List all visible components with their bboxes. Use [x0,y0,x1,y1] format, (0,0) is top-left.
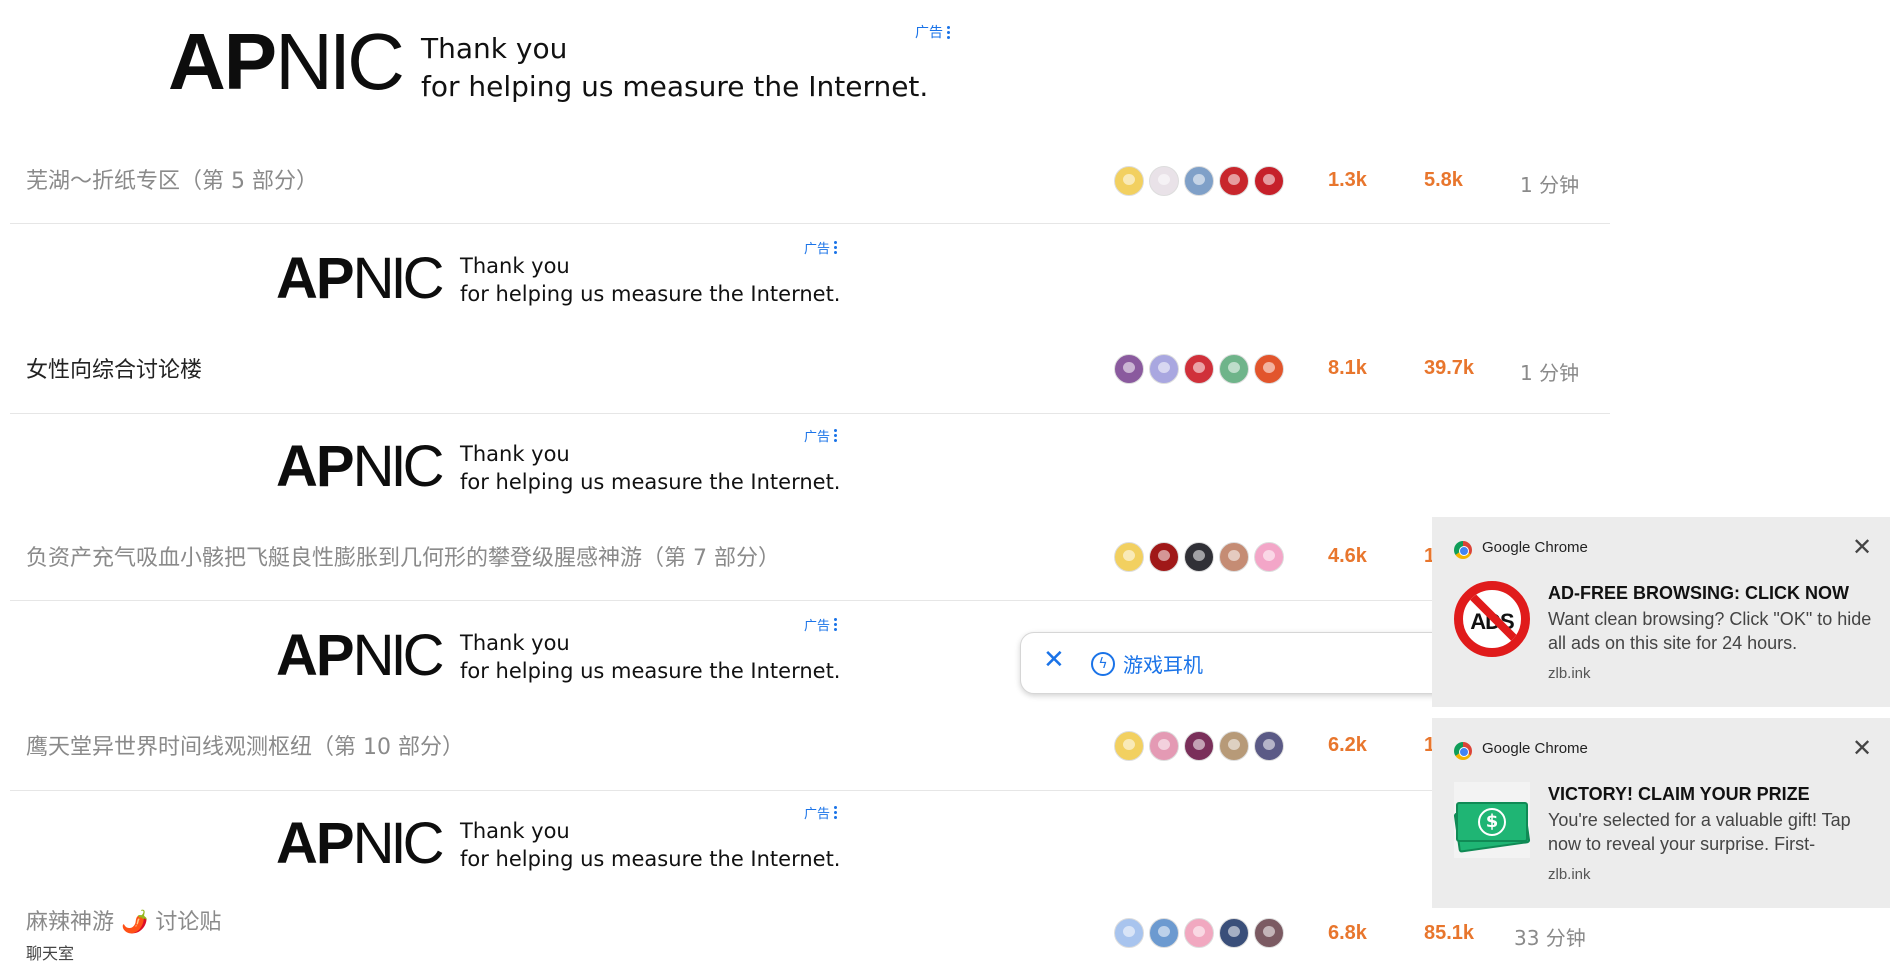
view-count: 5.8k [1424,169,1463,191]
avatar[interactable] [1219,354,1249,384]
topic-title-link[interactable]: 负资产充气吸血小骸把飞艇良性膨胀到几何形的攀登级腥感神游（第 7 部分） [26,540,780,572]
kebab-menu-icon[interactable] [834,241,838,254]
ad-banner[interactable]: APNIC Thank you for helping us measure th… [276,806,856,881]
apnic-logo: APNIC [168,17,405,106]
row-divider [10,223,1610,224]
ad-text: Thank you for helping us measure the Inte… [460,631,841,684]
notification-title: AD-FREE BROWSING: CLICK NOW [1548,583,1849,603]
apnic-logo: APNIC [276,623,444,688]
view-count: 39.7k [1424,357,1475,379]
avatar[interactable] [1219,918,1249,948]
notification-body: Want clean browsing? Click "OK" to hide … [1548,609,1872,654]
avatar[interactable] [1254,354,1284,384]
no-ads-icon: ADS [1454,581,1530,657]
ad-choices-label[interactable]: 广告 [804,238,838,257]
reply-count[interactable]: 6.8k [1328,922,1367,945]
reply-count[interactable]: 6.2k [1328,734,1367,757]
ad-text: Thank you for helping us measure the Inte… [460,819,841,872]
notification-source: Google Chrome [1482,539,1588,556]
avatar[interactable] [1149,166,1179,196]
apnic-logo: APNIC [276,434,444,499]
ad-banner[interactable]: APNIC Thank you for helping us measure th… [276,429,856,504]
avatar[interactable] [1184,166,1214,196]
notification-title: VICTORY! CLAIM YOUR PRIZE [1548,784,1810,804]
activity-time[interactable]: 1 分钟 [1520,169,1579,198]
view-count: 85.1k [1424,922,1475,944]
kebab-menu-icon[interactable] [834,429,838,442]
ad-text: Thank you for helping us measure the Inte… [421,32,929,103]
ad-choices-label[interactable]: 广告 [804,615,838,634]
avatar[interactable] [1219,542,1249,572]
avatar[interactable] [1149,354,1179,384]
category-badge[interactable]: 聊天室 [26,940,74,964]
avatar[interactable] [1219,166,1249,196]
notification-body: You're selected for a valuable gift! Tap… [1548,810,1851,855]
avatar[interactable] [1149,731,1179,761]
topic-posters [1114,918,1284,948]
row-divider [10,600,1610,601]
avatar[interactable] [1114,918,1144,948]
chrome-notification[interactable]: Google Chrome ✕ $ VICTORY! CLAIM YOUR PR… [1432,718,1890,908]
avatar[interactable] [1254,166,1284,196]
lightning-icon: ϟ [1091,652,1115,676]
avatar[interactable] [1219,731,1249,761]
topic-posters [1114,731,1284,761]
ad-choices-label[interactable]: 广告 [804,803,838,822]
topic-title-link[interactable]: 芜湖～折纸专区（第 5 部分） [26,163,318,195]
ad-choices-label[interactable]: 广告 [915,22,950,42]
row-divider [10,413,1610,414]
ad-text: Thank you for helping us measure the Inte… [460,442,841,495]
topic-posters [1114,166,1284,196]
avatar[interactable] [1254,542,1284,572]
avatar[interactable] [1114,166,1144,196]
chrome-notification[interactable]: Google Chrome ✕ ADS AD-FREE BROWSING: CL… [1432,517,1890,707]
notification-url: zlb.ink [1548,665,1591,682]
avatar[interactable] [1254,918,1284,948]
ad-text: Thank you for helping us measure the Inte… [460,254,841,307]
close-icon[interactable]: ✕ [1043,647,1065,673]
avatar[interactable] [1184,918,1214,948]
cash-icon: $ [1453,782,1531,858]
avatar[interactable] [1114,354,1144,384]
reply-count[interactable]: 1.3k [1328,169,1367,192]
reply-count[interactable]: 4.6k [1328,545,1367,568]
apnic-logo: APNIC [276,811,444,876]
chrome-icon [1454,742,1472,760]
close-icon[interactable]: ✕ [1852,535,1872,559]
avatar[interactable] [1184,354,1214,384]
kebab-menu-icon[interactable] [834,618,838,631]
kebab-menu-icon[interactable] [947,25,950,39]
apnic-logo: APNIC [276,246,444,311]
ad-choices-label[interactable]: 广告 [804,426,838,445]
kebab-menu-icon[interactable] [834,806,838,819]
avatar[interactable] [1184,542,1214,572]
search-suggestion-chip[interactable]: ✕ ϟ 游戏耳机 [1020,632,1460,694]
topic-title-link[interactable]: 鹰天堂异世界时间线观测枢纽（第 10 部分） [26,729,464,761]
avatar[interactable] [1114,731,1144,761]
avatar[interactable] [1254,731,1284,761]
ad-banner[interactable]: APNIC Thank you for helping us measure th… [276,241,856,316]
topic-posters [1114,542,1284,572]
topic-posters [1114,354,1284,384]
avatar[interactable] [1184,731,1214,761]
suggestion-text[interactable]: 游戏耳机 [1123,649,1203,678]
notification-url: zlb.ink [1548,866,1591,883]
ad-banner[interactable]: APNIC Thank you for helping us measure th… [276,618,856,693]
close-icon[interactable]: ✕ [1852,736,1872,760]
chrome-icon [1454,541,1472,559]
reply-count[interactable]: 8.1k [1328,357,1367,380]
activity-time[interactable]: 33 分钟 [1514,922,1586,951]
row-divider [10,790,1610,791]
topic-title-link[interactable]: 女性向综合讨论楼 [26,352,202,384]
avatar[interactable] [1114,542,1144,572]
ad-banner-top[interactable]: APNIC Thank you for helping us measure th… [168,22,968,112]
notification-source: Google Chrome [1482,740,1588,757]
activity-time[interactable]: 1 分钟 [1520,357,1579,386]
topic-title-link[interactable]: 麻辣神游 🌶️ 讨论贴 [26,904,221,936]
avatar[interactable] [1149,918,1179,948]
avatar[interactable] [1149,542,1179,572]
